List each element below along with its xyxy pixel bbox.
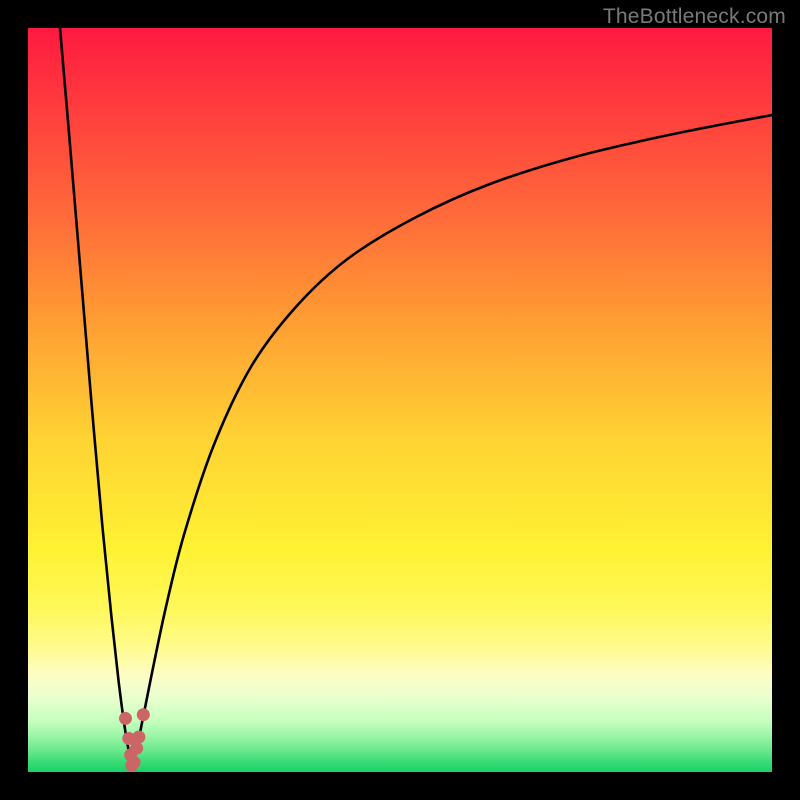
curve-right-branch: [132, 115, 772, 768]
watermark-text: TheBottleneck.com: [603, 5, 786, 29]
outer-frame: TheBottleneck.com: [0, 0, 800, 800]
curve-layer: [28, 28, 772, 772]
data-marker: [132, 731, 145, 744]
curve-left-branch: [60, 28, 132, 768]
marker-group: [119, 708, 150, 772]
plot-area: [28, 28, 772, 772]
data-marker: [128, 756, 141, 769]
data-marker: [137, 708, 150, 721]
data-marker: [119, 712, 132, 725]
data-marker: [130, 742, 143, 755]
